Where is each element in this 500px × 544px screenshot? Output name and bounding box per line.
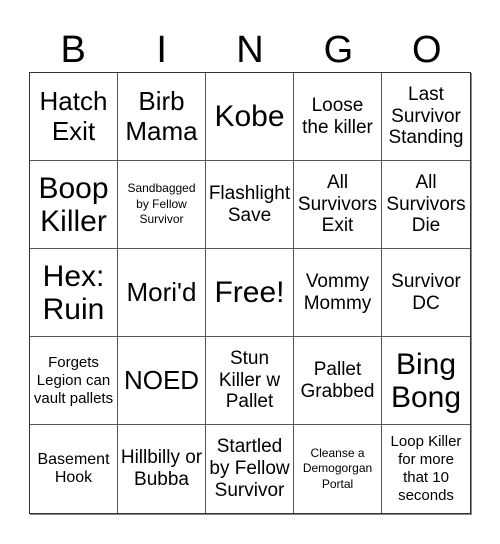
bingo-cell[interactable]: Startled by Fellow Survivor xyxy=(206,425,294,513)
bingo-cell[interactable]: Flashlight Save xyxy=(206,161,294,249)
bingo-cell[interactable]: Vommy Mommy xyxy=(294,249,382,337)
bingo-cell[interactable]: Hex: Ruin xyxy=(30,249,118,337)
bingo-cell[interactable]: Mori'd xyxy=(118,249,206,337)
cell-text: Hex: Ruin xyxy=(42,259,105,326)
bingo-grid: Hatch Exit Birb Mama Kobe Loose the kill… xyxy=(29,72,471,514)
cell-text: Kobe xyxy=(214,100,285,133)
cell-text: Loose the killer xyxy=(302,94,373,138)
bingo-cell[interactable]: Loose the killer xyxy=(294,73,382,161)
bingo-header: B I N G O xyxy=(29,28,471,72)
cell-text: All Survivors Die xyxy=(386,171,466,237)
cell-text: Hillbilly or Bubba xyxy=(120,447,203,490)
cell-text: Hatch Exit xyxy=(39,86,108,146)
cell-text: NOED xyxy=(123,364,200,395)
bingo-cell[interactable]: Sandbagged by Fellow Survivor xyxy=(118,161,206,249)
bingo-cell[interactable]: Kobe xyxy=(206,73,294,161)
cell-text: Last Survivor Standing xyxy=(388,83,464,149)
bingo-cell[interactable]: Survivor DC xyxy=(382,249,470,337)
header-letter-g: G xyxy=(323,29,354,71)
bingo-cell[interactable]: All Survivors Die xyxy=(382,161,470,249)
bingo-cell[interactable]: Pallet Grabbed xyxy=(294,337,382,425)
header-letter-b: B xyxy=(60,29,86,71)
bingo-cell[interactable]: Basement Hook xyxy=(30,425,118,513)
cell-text: Bing Bong xyxy=(390,347,462,414)
cell-text: Boop Killer xyxy=(38,171,109,238)
bingo-cell[interactable]: Stun Killer w Pallet xyxy=(206,337,294,425)
cell-text: Basement Hook xyxy=(37,450,110,486)
cell-text: Vommy Mommy xyxy=(303,270,372,314)
header-letter-i: I xyxy=(156,29,167,71)
cell-text: Flashlight Save xyxy=(208,182,291,226)
cell-text: Startled by Fellow Survivor xyxy=(209,436,290,501)
cell-text: Pallet Grabbed xyxy=(300,358,375,402)
bingo-cell[interactable]: All Survivors Exit xyxy=(294,161,382,249)
cell-text: Survivor DC xyxy=(391,270,461,314)
bingo-cell[interactable]: Bing Bong xyxy=(382,337,470,425)
cell-text: Mori'd xyxy=(126,276,197,307)
bingo-cell[interactable]: Last Survivor Standing xyxy=(382,73,470,161)
bingo-cell[interactable]: Forgets Legion can vault pallets xyxy=(30,337,118,425)
cell-text: Cleanse a Demogorgan Portal xyxy=(302,445,373,491)
cell-text: All Survivors Exit xyxy=(297,171,378,237)
cell-text: Loop Killer for more that 10 seconds xyxy=(390,433,462,504)
bingo-cell[interactable]: Cleanse a Demogorgan Portal xyxy=(294,425,382,513)
header-letter-n: N xyxy=(236,29,264,71)
bingo-cell[interactable]: Loop Killer for more that 10 seconds xyxy=(382,425,470,513)
bingo-cell[interactable]: Hillbilly or Bubba xyxy=(118,425,206,513)
cell-text: Sandbagged by Fellow Survivor xyxy=(127,181,196,227)
bingo-cell[interactable]: Birb Mama xyxy=(118,73,206,161)
bingo-cell[interactable]: Hatch Exit xyxy=(30,73,118,161)
bingo-cell[interactable]: NOED xyxy=(118,337,206,425)
free-space-cell[interactable]: Free! xyxy=(206,249,294,337)
cell-text: Stun Killer w Pallet xyxy=(218,347,281,413)
header-letter-o: O xyxy=(412,29,442,71)
cell-text: Birb Mama xyxy=(125,86,198,146)
cell-text: Free! xyxy=(214,276,285,309)
cell-text: Forgets Legion can vault pallets xyxy=(33,353,114,407)
bingo-cell[interactable]: Boop Killer xyxy=(30,161,118,249)
